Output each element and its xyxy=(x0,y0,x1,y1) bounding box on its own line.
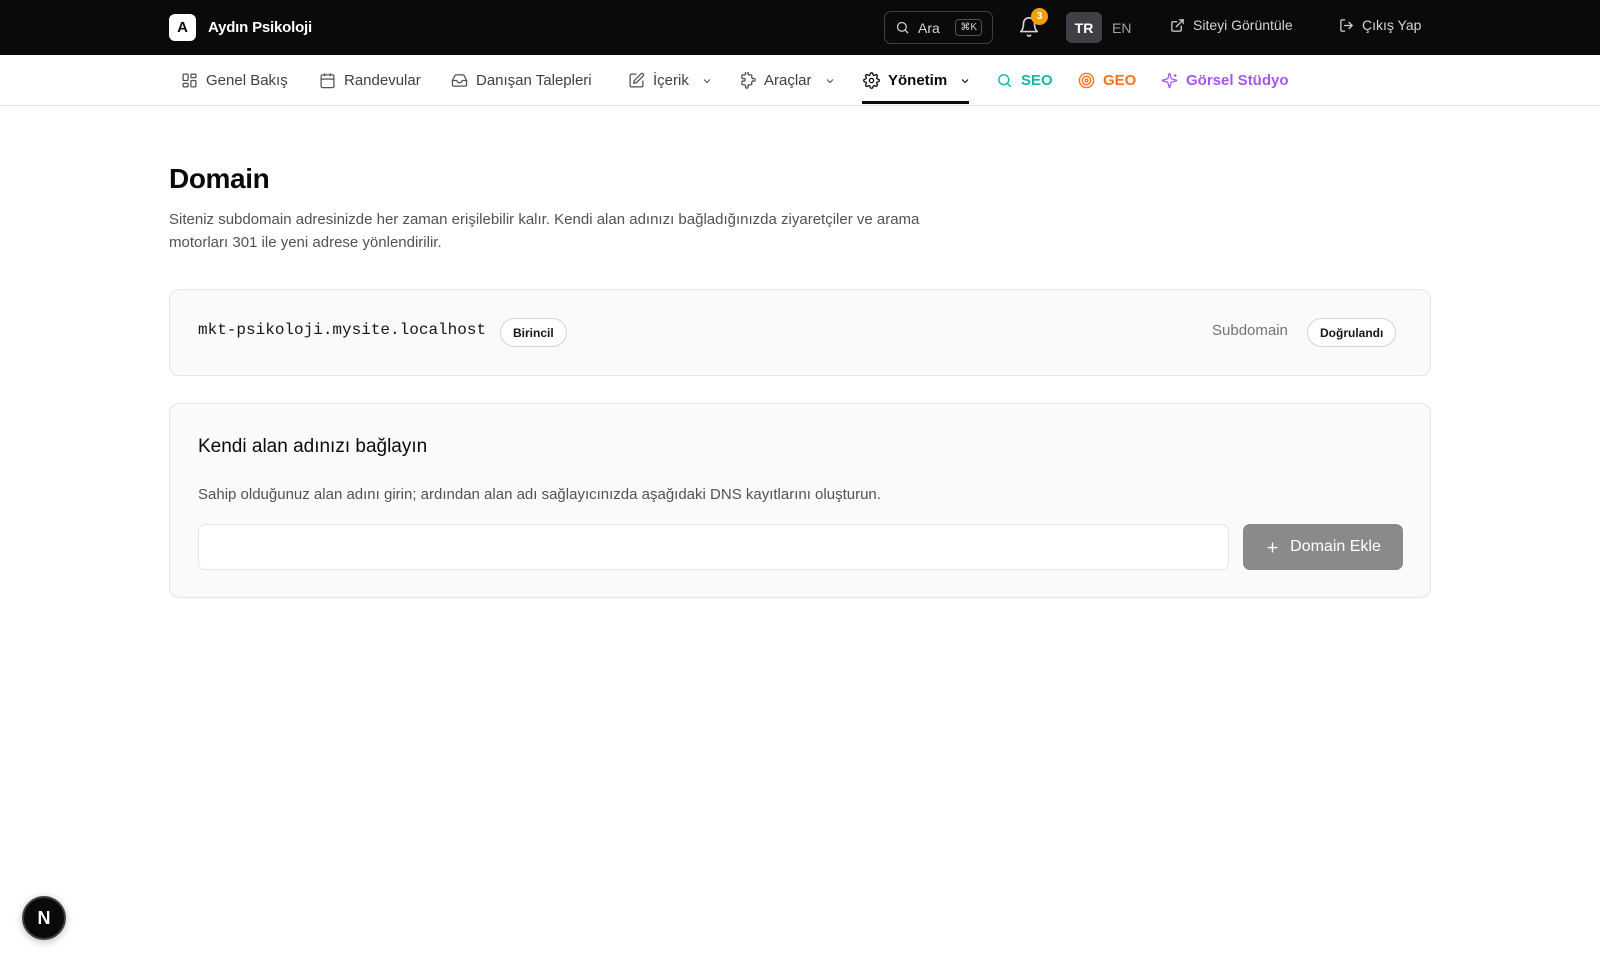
nav-item-appointments[interactable]: Randevular xyxy=(319,55,421,106)
connect-title: Kendi alan adınızı bağlayın xyxy=(198,436,428,457)
search-shortcut: ⌘K xyxy=(955,19,982,36)
view-site-label: Siteyi Görüntüle xyxy=(1193,17,1293,33)
puzzle-icon xyxy=(741,72,756,89)
nav-item-overview[interactable]: Genel Bakış xyxy=(181,55,288,106)
logout-link[interactable]: Çıkış Yap xyxy=(1339,17,1421,33)
nav-item-content[interactable]: İçerik xyxy=(628,55,713,106)
nav-item-seo[interactable]: SEO xyxy=(996,55,1053,106)
nav-label: GEO xyxy=(1103,72,1137,89)
nav-item-client-requests[interactable]: Danışan Talepleri xyxy=(451,55,592,106)
nav-label: Görsel Stüdyo xyxy=(1186,72,1289,89)
verified-badge: Doğrulandı xyxy=(1307,318,1397,347)
brand[interactable]: A Aydın Psikoloji xyxy=(169,14,312,41)
logout-label: Çıkış Yap xyxy=(1362,17,1422,33)
external-link-icon xyxy=(1171,18,1184,32)
lang-en-button[interactable]: EN xyxy=(1112,12,1138,43)
nav-item-tools[interactable]: Araçlar xyxy=(739,55,836,106)
search-label: Ara xyxy=(918,19,940,36)
dev-tools-badge[interactable]: N xyxy=(22,896,66,940)
nav-label: Araçlar xyxy=(764,72,812,89)
plus-icon xyxy=(1267,541,1278,553)
nav-item-visual-studio[interactable]: Görsel Stüdyo xyxy=(1161,55,1289,106)
nav-item-geo[interactable]: GEO xyxy=(1078,55,1136,106)
target-icon xyxy=(1078,72,1095,89)
edit-icon xyxy=(629,72,645,88)
notification-badge: 3 xyxy=(1031,8,1048,25)
sparkles-icon xyxy=(1161,72,1178,89)
brand-logo: A xyxy=(169,14,196,41)
top-bar: A Aydın Psikoloji Ara ⌘K 3 TR EN Siteyi … xyxy=(0,0,1600,55)
chevron-down-icon xyxy=(826,78,833,83)
current-domain-card: mkt-psikoloji.mysite.localhost Birincil … xyxy=(169,289,1431,376)
nav-item-management[interactable]: Yönetim xyxy=(863,55,971,106)
calendar-icon xyxy=(320,73,335,89)
brand-name: Aydın Psikoloji xyxy=(208,19,312,36)
nav-label: Yönetim xyxy=(888,72,948,89)
inbox-icon xyxy=(451,74,468,87)
chevron-down-icon xyxy=(703,78,711,83)
nav-label: İçerik xyxy=(653,72,689,89)
domain-type-label: Subdomain xyxy=(1212,322,1288,339)
add-domain-button[interactable]: Domain Ekle xyxy=(1243,524,1403,570)
chevron-down-icon xyxy=(961,78,969,83)
nav-label: SEO xyxy=(1021,72,1053,89)
search-button[interactable]: Ara ⌘K xyxy=(884,11,993,44)
logout-icon xyxy=(1340,18,1354,32)
primary-badge: Birincil xyxy=(500,318,567,347)
main-nav: Genel Bakış Randevular Danışan Talepleri… xyxy=(0,55,1600,106)
gear-icon xyxy=(863,72,880,89)
add-domain-label: Domain Ekle xyxy=(1290,538,1381,555)
page-title: Domain xyxy=(169,163,270,194)
dashboard-icon xyxy=(182,73,197,88)
page-description: Siteniz subdomain adresinizde her zaman … xyxy=(169,211,920,251)
view-site-link[interactable]: Siteyi Görüntüle xyxy=(1170,17,1293,33)
connect-description: Sahip olduğunuz alan adını girin; ardınd… xyxy=(198,486,881,503)
domain-input[interactable] xyxy=(198,524,1229,570)
lang-tr-button[interactable]: TR xyxy=(1066,12,1102,43)
domain-host: mkt-psikoloji.mysite.localhost xyxy=(198,321,487,339)
nav-label: Danışan Talepleri xyxy=(476,72,592,89)
connect-domain-card: Kendi alan adınızı bağlayın Sahip olduğu… xyxy=(169,403,1431,598)
nav-label: Randevular xyxy=(344,72,421,89)
search-icon xyxy=(896,21,909,34)
search-icon xyxy=(998,74,1012,88)
nav-label: Genel Bakış xyxy=(206,72,288,89)
active-tab-indicator xyxy=(862,101,969,104)
